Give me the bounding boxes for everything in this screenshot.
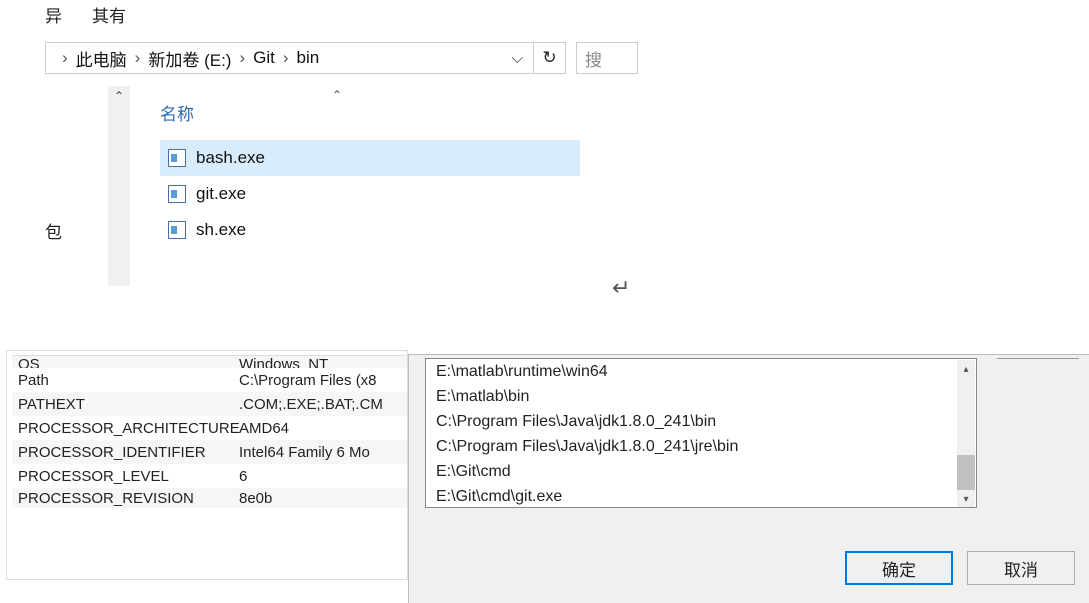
- env-row[interactable]: Path C:\Program Files (x8: [12, 368, 407, 392]
- address-bar: › 此电脑 › 新加卷 (E:) › Git › bin ⌵ ↻ 搜: [45, 42, 638, 74]
- env-row[interactable]: PROCESSOR_IDENTIFIER Intel64 Family 6 Mo: [12, 440, 407, 464]
- dialog-side-button-stub: [997, 358, 1079, 376]
- env-val: Windows_NT: [239, 356, 407, 368]
- env-val: Intel64 Family 6 Mo: [239, 444, 407, 461]
- menu-item-2[interactable]: 其有: [92, 2, 126, 27]
- exe-file-icon: [168, 221, 186, 239]
- env-row[interactable]: PATHEXT .COM;.EXE;.BAT;.CM: [12, 392, 407, 416]
- column-name-header[interactable]: 名称: [160, 100, 194, 125]
- env-row[interactable]: PROCESSOR_LEVEL 6: [12, 464, 407, 488]
- exe-file-icon: [168, 149, 186, 167]
- breadcrumb-bin[interactable]: bin: [297, 48, 320, 68]
- return-arrow-icon: ↵: [612, 275, 630, 301]
- env-val: 6: [239, 468, 407, 485]
- menu-item-1[interactable]: 异: [45, 2, 62, 27]
- breadcrumb-sep-icon: ›: [231, 48, 253, 68]
- breadcrumb-sep-icon: ›: [127, 48, 149, 68]
- file-name: bash.exe: [196, 148, 265, 168]
- breadcrumb-dropdown-icon[interactable]: ⌵: [506, 50, 529, 67]
- cancel-button[interactable]: 取消: [967, 551, 1075, 585]
- path-item[interactable]: E:\Git\cmd\git.exe: [426, 484, 976, 508]
- env-key: OS: [12, 356, 239, 368]
- scroll-up-icon[interactable]: ⌃: [108, 86, 130, 106]
- scroll-down-icon[interactable]: ▾: [957, 490, 975, 508]
- path-item[interactable]: C:\Program Files\Java\jdk1.8.0_241\bin: [426, 409, 976, 434]
- breadcrumb-sep-icon: ›: [54, 48, 76, 68]
- env-key: PATHEXT: [12, 396, 239, 413]
- path-list[interactable]: E:\matlab\runtime\win64 E:\matlab\bin C:…: [425, 358, 977, 508]
- file-list: bash.exe git.exe sh.exe: [160, 140, 580, 248]
- sidebar-item-label[interactable]: 包: [45, 218, 62, 243]
- refresh-icon: ↻: [542, 48, 556, 68]
- path-item[interactable]: E:\Git\cmd: [426, 459, 976, 484]
- search-input[interactable]: 搜: [576, 42, 638, 74]
- env-row[interactable]: OS Windows_NT: [12, 356, 407, 368]
- file-name: sh.exe: [196, 220, 246, 240]
- breadcrumb-sep-icon: ›: [275, 48, 297, 68]
- env-key: PROCESSOR_IDENTIFIER: [12, 444, 239, 461]
- exe-file-icon: [168, 185, 186, 203]
- search-placeholder: 搜: [585, 46, 602, 71]
- breadcrumb-this-pc[interactable]: 此电脑: [76, 46, 127, 71]
- file-row[interactable]: bash.exe: [160, 140, 580, 176]
- file-name: git.exe: [196, 184, 246, 204]
- env-val: .COM;.EXE;.BAT;.CM: [239, 396, 407, 413]
- env-key: PROCESSOR_ARCHITECTURE: [12, 420, 239, 437]
- breadcrumb-volume[interactable]: 新加卷 (E:): [148, 46, 231, 71]
- file-row[interactable]: git.exe: [160, 176, 580, 212]
- env-var-table: OS Windows_NT Path C:\Program Files (x8 …: [12, 355, 407, 508]
- scroll-thumb[interactable]: [957, 455, 975, 490]
- scroll-up-icon[interactable]: ▴: [957, 360, 975, 378]
- env-key: PROCESSOR_LEVEL: [12, 468, 239, 485]
- breadcrumb[interactable]: › 此电脑 › 新加卷 (E:) › Git › bin ⌵: [45, 42, 534, 74]
- refresh-button[interactable]: ↻: [534, 42, 566, 74]
- path-item[interactable]: C:\Program Files\Java\jdk1.8.0_241\jre\b…: [426, 434, 976, 459]
- path-edit-dialog: E:\matlab\runtime\win64 E:\matlab\bin C:…: [408, 354, 1089, 603]
- file-row[interactable]: sh.exe: [160, 212, 580, 248]
- top-menu: 异 其有: [45, 2, 126, 27]
- env-row[interactable]: PROCESSOR_REVISION 8e0b: [12, 488, 407, 508]
- env-row[interactable]: PROCESSOR_ARCHITECTURE AMD64: [12, 416, 407, 440]
- env-key: Path: [12, 372, 239, 389]
- path-item[interactable]: E:\matlab\runtime\win64: [426, 359, 976, 384]
- sidebar-scrollbar[interactable]: ⌃: [108, 86, 130, 286]
- env-key: PROCESSOR_REVISION: [12, 490, 239, 507]
- sort-indicator-icon: ⌃: [332, 88, 342, 102]
- ok-button[interactable]: 确定: [845, 551, 953, 585]
- env-val: AMD64: [239, 420, 407, 437]
- dialog-buttons: 确定 取消: [845, 551, 1075, 585]
- path-item[interactable]: E:\matlab\bin: [426, 384, 976, 409]
- env-val: 8e0b: [239, 490, 407, 507]
- env-val: C:\Program Files (x8: [239, 372, 407, 389]
- path-list-scrollbar[interactable]: ▴ ▾: [957, 360, 975, 508]
- file-list-header: 名称 ⌃: [160, 100, 580, 125]
- breadcrumb-git[interactable]: Git: [253, 48, 275, 68]
